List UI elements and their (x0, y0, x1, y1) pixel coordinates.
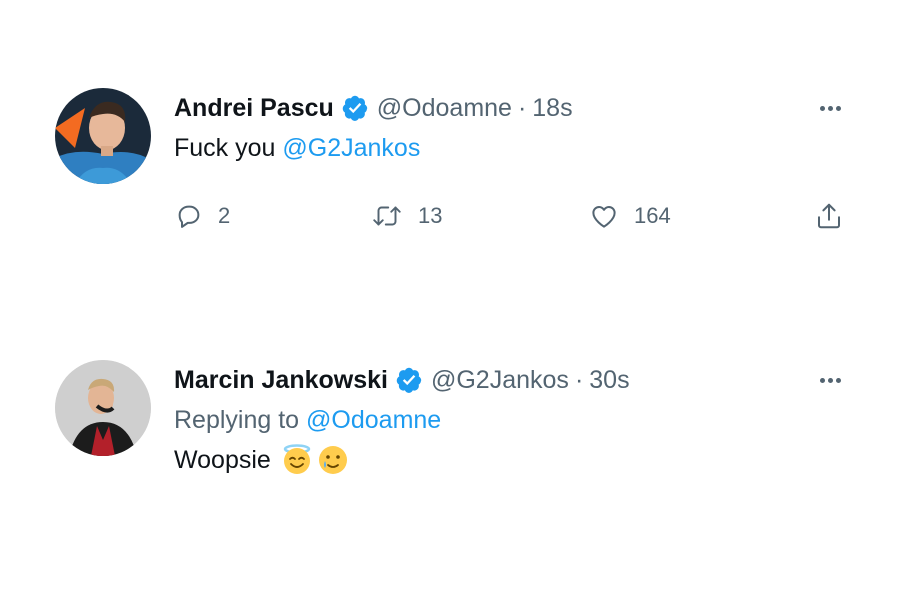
tweet-text: Woopsie (174, 440, 824, 480)
avatar-image (55, 360, 151, 456)
share-icon (818, 203, 840, 229)
verified-badge-icon (395, 366, 423, 394)
replying-to-line: Replying to @Odoamne (174, 400, 824, 440)
smiling-face-with-halo-icon (283, 444, 311, 475)
smiling-face-with-tear-icon (318, 446, 347, 475)
author-name[interactable]: Andrei Pascu (174, 94, 334, 123)
tweet-text: Fuck you @G2Jankos (174, 128, 824, 168)
timestamp[interactable]: 30s (589, 366, 629, 395)
more-options-icon[interactable] (810, 96, 850, 120)
replying-to-label: Replying to (174, 406, 307, 434)
tweet-content: Marcin Jankowski @G2Jankos · 30s Replyin… (174, 360, 824, 480)
more-options-icon[interactable] (810, 368, 850, 392)
avatar-image (55, 88, 151, 184)
author-name[interactable]: Marcin Jankowski (174, 366, 388, 395)
separator-dot: · (574, 365, 584, 394)
avatar[interactable] (55, 360, 151, 456)
heart-icon (592, 206, 616, 228)
mention-link[interactable]: @G2Jankos (282, 134, 420, 162)
like-button[interactable]: 164 (588, 196, 671, 236)
reply-button[interactable]: 2 (174, 196, 230, 236)
verified-badge-icon (341, 94, 369, 122)
like-count: 164 (634, 203, 671, 228)
author-handle[interactable]: @G2Jankos (431, 366, 569, 395)
reply-count: 2 (218, 203, 231, 228)
tweet-text-body: Woopsie (174, 446, 271, 474)
reply-icon (178, 205, 200, 228)
mention-link[interactable]: @Odoamne (306, 406, 441, 434)
author-handle[interactable]: @Odoamne (377, 94, 512, 123)
tweet-header: Andrei Pascu @Odoamne · 18s (174, 88, 824, 128)
tweet-header: Marcin Jankowski @G2Jankos · 30s (174, 360, 824, 400)
emoji-group (281, 443, 349, 475)
tweet-content: Andrei Pascu @Odoamne · 18s Fuck you @G2… (174, 88, 824, 168)
separator-dot: · (517, 93, 527, 122)
tweet-text-body: Fuck you (174, 134, 283, 162)
avatar[interactable] (55, 88, 151, 184)
action-bar: 2 13 164 (174, 196, 854, 236)
timestamp[interactable]: 18s (532, 94, 572, 123)
retweet-button[interactable]: 13 (370, 196, 442, 236)
retweet-count: 13 (418, 203, 443, 228)
share-button[interactable] (814, 196, 844, 236)
retweet-icon (373, 206, 401, 226)
